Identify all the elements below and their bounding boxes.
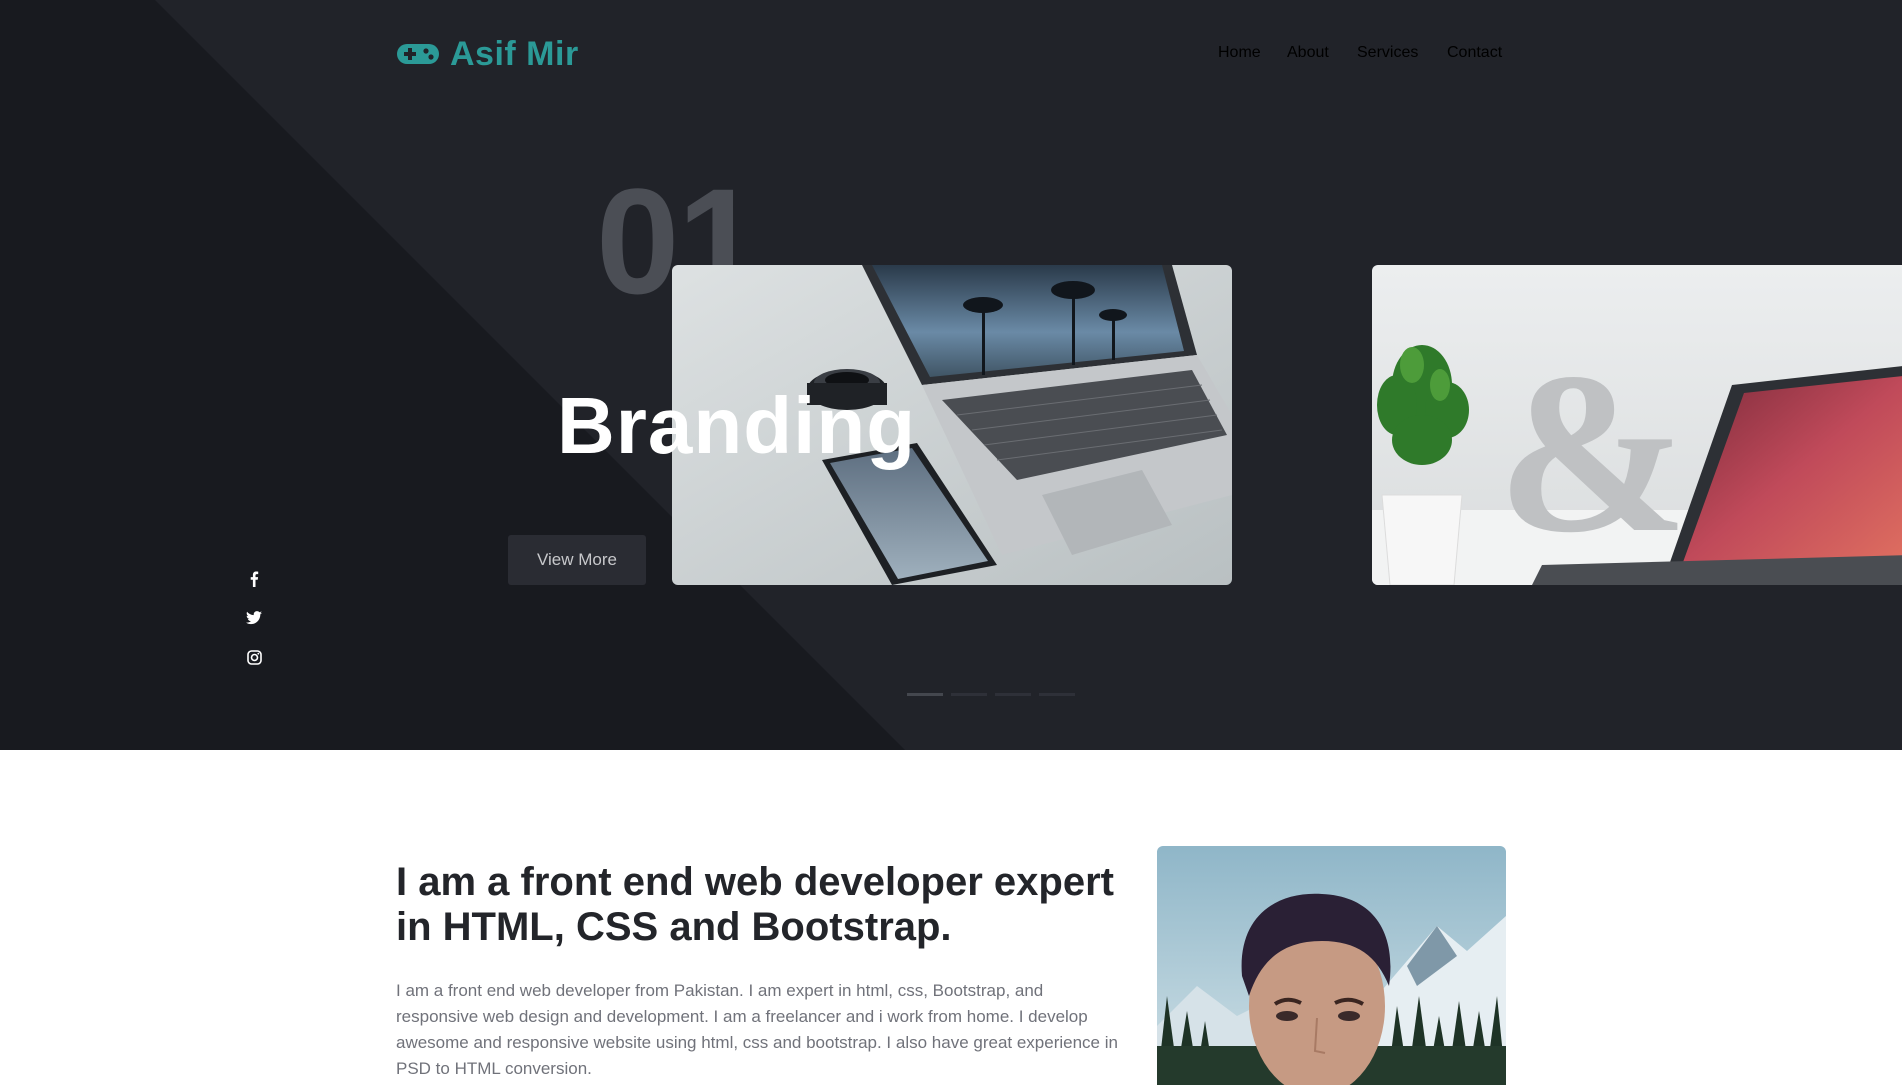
nav-home[interactable]: Home [1218, 44, 1261, 62]
slide-image-ampersand[interactable]: & [1372, 265, 1902, 585]
brand-logo[interactable]: Asif Mir [396, 34, 579, 73]
slide-title: Branding [557, 381, 917, 470]
slider-dot[interactable] [995, 693, 1031, 696]
instagram-icon [246, 649, 262, 665]
facebook-link[interactable] [244, 569, 264, 589]
nav-about[interactable]: About [1287, 44, 1329, 62]
slider-dot[interactable] [907, 693, 943, 696]
slider-dot[interactable] [951, 693, 987, 696]
ampersand-plant-laptop-photo: & [1372, 265, 1902, 585]
slider-dot[interactable] [1039, 693, 1075, 696]
view-more-button[interactable]: View More [508, 535, 646, 585]
nav-contact[interactable]: Contact [1447, 44, 1502, 62]
twitter-link[interactable] [244, 608, 264, 628]
hero-section: Asif Mir Home About Services Contact 01 [0, 0, 1902, 750]
brand-name: Asif Mir [450, 34, 579, 73]
profile-photo [1157, 846, 1506, 1085]
slider-pagination [907, 693, 1075, 696]
about-paragraph: I am a front end web developer from Paki… [396, 981, 1118, 1078]
gamepad-icon [397, 44, 439, 64]
svg-text:&: & [1497, 325, 1689, 580]
instagram-link[interactable] [244, 647, 264, 667]
nav-services[interactable]: Services [1357, 44, 1418, 62]
profile-photo-image [1157, 846, 1506, 1085]
about-heading: I am a front end web developer expert in… [396, 860, 1114, 949]
twitter-icon [246, 611, 262, 625]
facebook-icon [250, 571, 259, 587]
